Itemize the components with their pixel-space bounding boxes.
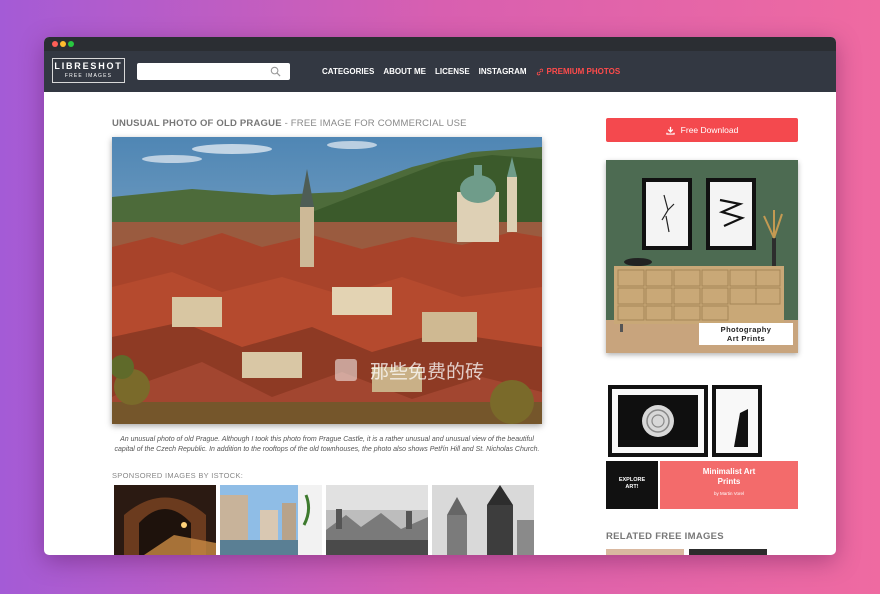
- logo-title: LIBRESHOT: [54, 61, 123, 71]
- link-icon: [536, 68, 543, 75]
- explore-line1: EXPLORE: [618, 477, 646, 483]
- site-logo[interactable]: LIBRESHOT FREE IMAGES: [52, 58, 125, 83]
- close-window-button[interactable]: [52, 41, 58, 47]
- ad2-frames-image: [606, 383, 798, 461]
- minimalist-art-card[interactable]: Minimalist Art Prints by Martin Vorel: [660, 461, 798, 509]
- nav-premium-label: PREMIUM PHOTOS: [546, 67, 621, 76]
- photo-caption: An unusual photo of old Prague. Although…: [114, 436, 540, 453]
- sponsored-image[interactable]: [114, 485, 216, 555]
- nav-instagram[interactable]: INSTAGRAM: [479, 67, 527, 76]
- photography-art-prints-ad[interactable]: Photography Art Prints: [606, 160, 798, 353]
- prague-photo: 那些免费的砖: [112, 137, 542, 424]
- sponsored-image[interactable]: [326, 485, 428, 555]
- ad2-byline: by Martin Vorel: [713, 491, 744, 496]
- sponsored-label: SPONSORED IMAGES BY ISTOCK:: [112, 471, 244, 480]
- main-photo[interactable]: 那些免费的砖: [112, 137, 542, 424]
- page-title: UNUSUAL PHOTO OF OLD PRAGUE - FREE IMAGE…: [112, 118, 467, 129]
- sponsored-image[interactable]: [220, 485, 322, 555]
- page-title-sub: - FREE IMAGE FOR COMMERCIAL USE: [281, 118, 467, 129]
- ad2-title-line2: Prints: [717, 477, 741, 486]
- explore-line2: ART!: [625, 484, 639, 490]
- nav-license[interactable]: LICENSE: [435, 67, 470, 76]
- window-titlebar: [44, 37, 836, 51]
- watermark-text: 那些免费的砖: [370, 361, 484, 383]
- ad1-label: Photography Art Prints: [699, 323, 793, 345]
- ad1-label-line1: Photography: [720, 325, 772, 334]
- related-image[interactable]: [689, 549, 767, 555]
- logo-subtitle: FREE IMAGES: [64, 73, 113, 79]
- site-navbar: LIBRESHOT FREE IMAGES CATEGORIES ABOUT M…: [44, 51, 836, 92]
- search-input[interactable]: [137, 63, 290, 80]
- maximize-window-button[interactable]: [68, 41, 74, 47]
- download-icon: [665, 126, 675, 135]
- page-title-main: UNUSUAL PHOTO OF OLD PRAGUE: [112, 118, 282, 129]
- ad1-label-line2: Art Prints: [726, 334, 766, 343]
- related-image[interactable]: [606, 549, 684, 555]
- free-download-button[interactable]: Free Download: [606, 118, 798, 142]
- sponsored-thumbnails: [114, 485, 538, 555]
- minimize-window-button[interactable]: [60, 41, 66, 47]
- search-icon[interactable]: [270, 66, 281, 77]
- nav-categories[interactable]: CATEGORIES: [322, 67, 374, 76]
- sponsored-image[interactable]: [432, 485, 534, 555]
- download-label: Free Download: [680, 125, 739, 135]
- ad2-title-line1: Minimalist Art: [702, 467, 756, 476]
- browser-window: LIBRESHOT FREE IMAGES CATEGORIES ABOUT M…: [44, 37, 836, 555]
- related-images-title: RELATED FREE IMAGES: [606, 531, 724, 542]
- nav-premium-photos[interactable]: PREMIUM PHOTOS: [536, 67, 621, 76]
- explore-art-block[interactable]: EXPLORE ART!: [606, 461, 658, 509]
- nav-about-me[interactable]: ABOUT ME: [383, 67, 426, 76]
- minimalist-art-prints-ad[interactable]: EXPLORE ART! Minimalist Art Prints by Ma…: [606, 383, 798, 509]
- main-nav: CATEGORIES ABOUT ME LICENSE INSTAGRAM PR…: [322, 51, 629, 92]
